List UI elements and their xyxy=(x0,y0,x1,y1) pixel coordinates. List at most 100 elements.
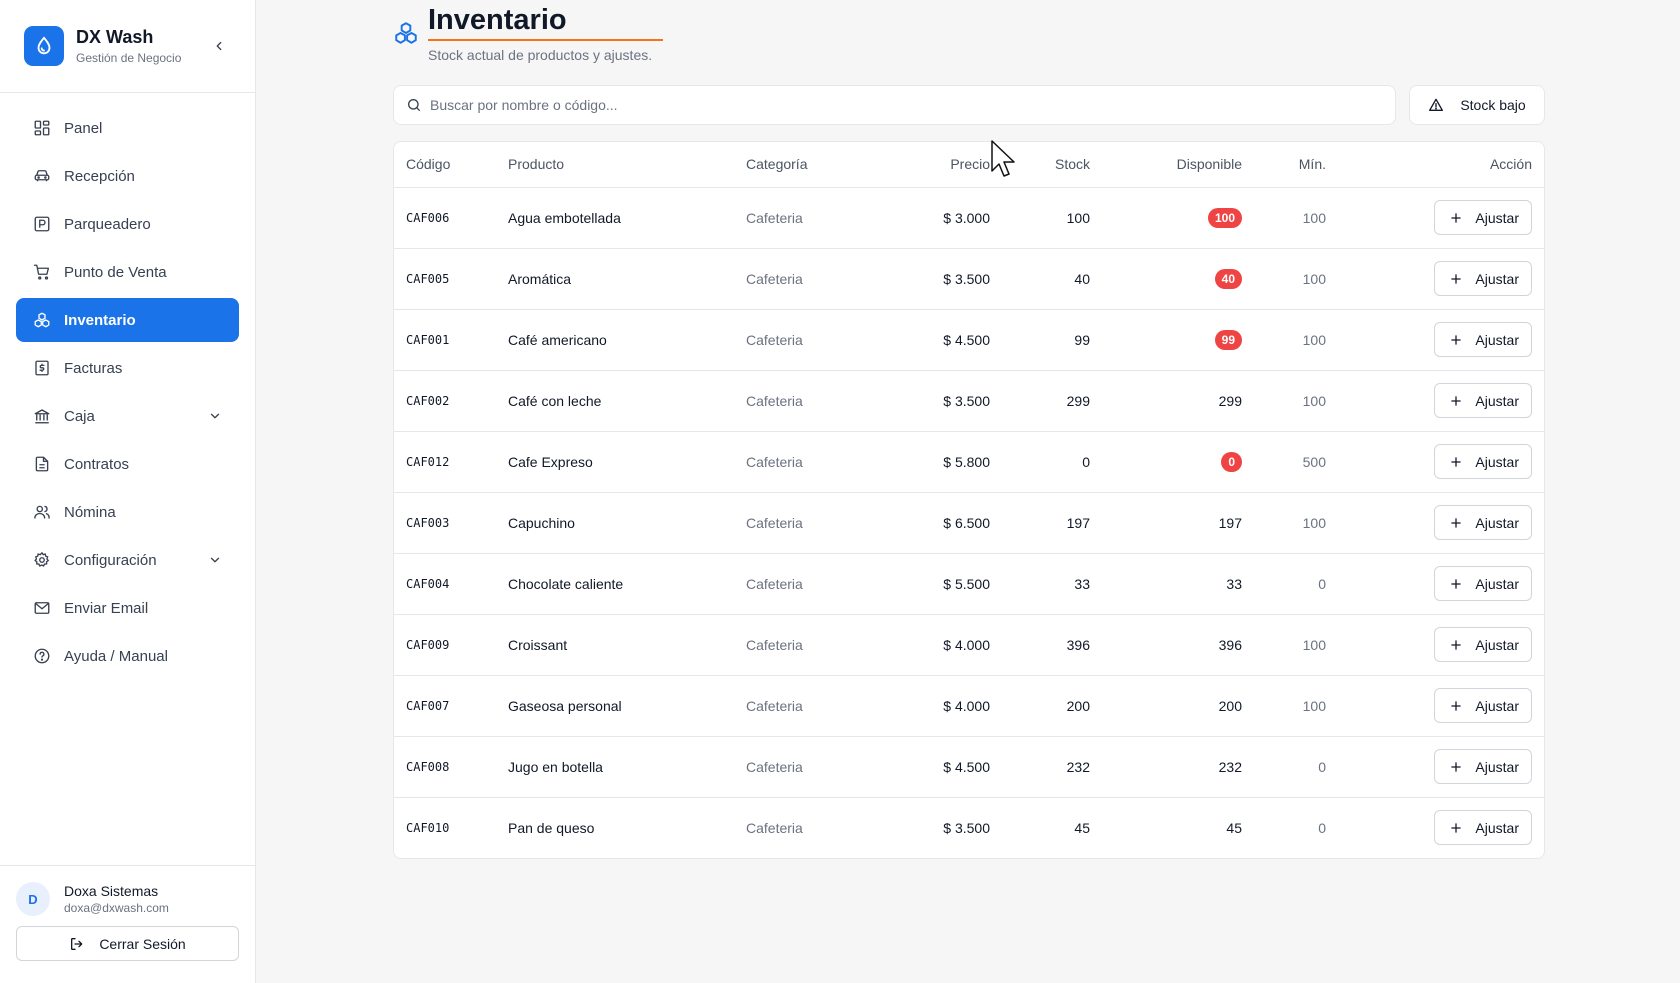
column-header-category[interactable]: Categoría xyxy=(746,142,894,188)
cell-action: Ajustar xyxy=(1326,614,1544,676)
cell-price: $ 3.500 xyxy=(943,819,990,836)
sidebar-item-ayuda[interactable]: Ayuda / Manual xyxy=(16,634,239,678)
cell-action: Ajustar xyxy=(1326,370,1544,432)
available-value: 232 xyxy=(1218,758,1242,775)
collapse-sidebar-button[interactable] xyxy=(207,34,231,58)
plus-icon xyxy=(1449,577,1463,591)
plus-icon xyxy=(1449,821,1463,835)
adjust-label: Ajustar xyxy=(1475,758,1519,775)
column-header-min[interactable]: Mín. xyxy=(1242,142,1326,188)
sidebar-item-label: Inventario xyxy=(64,311,136,329)
adjust-button[interactable]: Ajustar xyxy=(1434,566,1532,601)
plus-icon xyxy=(1449,394,1463,408)
sidebar-item-facturas[interactable]: Facturas xyxy=(16,346,239,390)
low-stock-filter-button[interactable]: Stock bajo xyxy=(1409,85,1545,125)
mail-icon xyxy=(32,598,52,618)
cell-action: Ajustar xyxy=(1326,553,1544,615)
bank-icon xyxy=(32,406,52,426)
sidebar-item-enviar-email[interactable]: Enviar Email xyxy=(16,586,239,630)
adjust-button[interactable]: Ajustar xyxy=(1434,688,1532,723)
column-header-available[interactable]: Disponible xyxy=(1090,142,1242,188)
main-content: Inventario Stock actual de productos y a… xyxy=(393,0,1545,859)
cell-code: CAF003 xyxy=(394,492,508,554)
sidebar-item-parqueadero[interactable]: Parqueadero xyxy=(16,202,239,246)
adjust-button[interactable]: Ajustar xyxy=(1434,261,1532,296)
adjust-button[interactable]: Ajustar xyxy=(1434,200,1532,235)
cell-category: Cafeteria xyxy=(746,736,894,798)
cell-price: $ 4.500 xyxy=(894,309,990,371)
cell-stock: 45 xyxy=(1074,819,1090,836)
adjust-button[interactable]: Ajustar xyxy=(1434,383,1532,418)
cell-code: CAF004 xyxy=(394,553,508,615)
logout-button[interactable]: Cerrar Sesión xyxy=(16,926,239,961)
sidebar-item-caja[interactable]: Caja xyxy=(16,394,239,438)
cell-stock: 200 xyxy=(990,675,1090,737)
low-stock-badge: 100 xyxy=(1207,207,1242,228)
adjust-button[interactable]: Ajustar xyxy=(1434,749,1532,784)
sidebar-nav: Panel Recepción Parqueadero Punto de Ven… xyxy=(0,93,255,678)
user-panel: D Doxa Sistemas doxa@dxwash.com Cerrar S… xyxy=(0,865,255,983)
adjust-label: Ajustar xyxy=(1475,636,1519,653)
adjust-button[interactable]: Ajustar xyxy=(1434,627,1532,662)
cell-product: Croissant xyxy=(508,614,746,676)
cell-code: CAF006 xyxy=(394,187,508,249)
sidebar-item-contratos[interactable]: Contratos xyxy=(16,442,239,486)
sidebar-item-punto-de-venta[interactable]: Punto de Venta xyxy=(16,250,239,294)
cell-product: Jugo en botella xyxy=(508,736,746,798)
cell-action: Ajustar xyxy=(1326,248,1544,310)
available-value: 396 xyxy=(1218,636,1242,653)
table-header-row: Código Producto Categoría Precio Stock D… xyxy=(394,142,1544,188)
cell-min: 100 xyxy=(1242,309,1326,371)
cell-product: Cafe Expreso xyxy=(508,431,746,493)
chevron-down-icon xyxy=(207,552,223,568)
adjust-button[interactable]: Ajustar xyxy=(1434,810,1532,846)
cell-action: Ajustar xyxy=(1326,675,1544,737)
sidebar-item-recepcion[interactable]: Recepción xyxy=(16,154,239,198)
cell-category: Cafeteria xyxy=(746,431,894,493)
adjust-button[interactable]: Ajustar xyxy=(1434,322,1532,357)
cell-available: 197 xyxy=(1090,492,1242,554)
page-title: Inventario xyxy=(428,4,663,41)
column-header-price[interactable]: Precio xyxy=(894,142,990,188)
cart-icon xyxy=(32,262,52,282)
cell-action: Ajustar xyxy=(1326,736,1544,798)
cell-code: CAF005 xyxy=(394,248,508,310)
column-header-code[interactable]: Código xyxy=(394,142,508,188)
cell-product: Café con leche xyxy=(508,370,746,432)
adjust-button[interactable]: Ajustar xyxy=(1434,505,1532,540)
column-header-product[interactable]: Producto xyxy=(508,142,746,188)
logout-icon xyxy=(69,936,85,952)
cell-price: $ 4.000 xyxy=(894,675,990,737)
sidebar-item-label: Facturas xyxy=(64,359,123,377)
plus-icon xyxy=(1449,760,1463,774)
cell-min: 0 xyxy=(1242,736,1326,798)
users-icon xyxy=(32,502,52,522)
page-subtitle: Stock actual de productos y ajustes. xyxy=(428,47,653,63)
cell-price: $ 5.500 xyxy=(894,553,990,615)
adjust-label: Ajustar xyxy=(1475,697,1519,714)
chevron-left-icon xyxy=(216,41,222,51)
available-value: 197 xyxy=(1218,514,1242,531)
sidebar-item-inventario[interactable]: Inventario xyxy=(16,298,239,342)
cell-stock: 99 xyxy=(990,309,1090,371)
cell-price: $ 3.500 xyxy=(894,248,990,310)
plus-icon xyxy=(1449,272,1463,286)
adjust-button[interactable]: Ajustar xyxy=(1434,444,1532,479)
table-row: CAF006 Agua embotellada Cafeteria $ 3.000 10… xyxy=(394,187,1544,249)
cell-product: Agua embotellada xyxy=(508,187,746,249)
droplet-logo-icon xyxy=(24,26,64,66)
sidebar-item-nomina[interactable]: Nómina xyxy=(16,490,239,534)
adjust-label: Ajustar xyxy=(1475,453,1519,470)
search-input[interactable] xyxy=(430,97,1383,113)
help-icon xyxy=(32,646,52,666)
cell-min: 500 xyxy=(1242,431,1326,493)
table-row: CAF001 Café americano Cafeteria $ 4.500 99 99… xyxy=(394,309,1544,371)
available-value: 45 xyxy=(1226,819,1242,836)
cell-code: CAF008 xyxy=(394,736,508,798)
sidebar-item-configuracion[interactable]: Configuración xyxy=(16,538,239,582)
sidebar-item-panel[interactable]: Panel xyxy=(16,106,239,150)
cell-min: 100 xyxy=(1242,370,1326,432)
cell-product: Aromática xyxy=(508,248,746,310)
cell-min: 0 xyxy=(1242,553,1326,615)
cell-stock: 0 xyxy=(990,431,1090,493)
